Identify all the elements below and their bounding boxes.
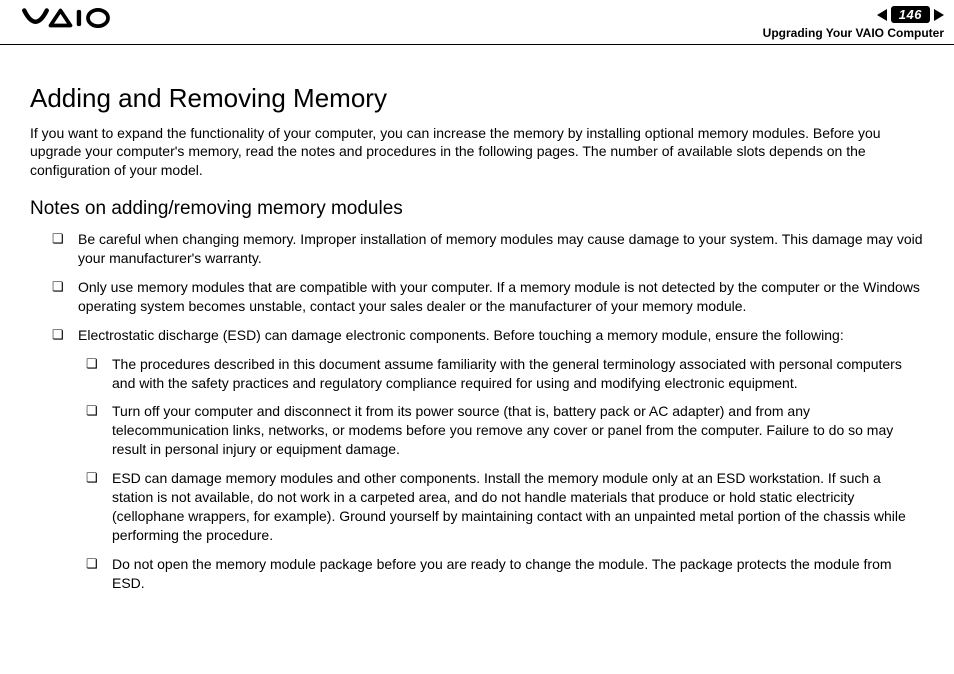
list-item: Do not open the memory module package be… <box>86 555 924 593</box>
list-item: The procedures described in this documen… <box>86 355 924 393</box>
vaio-logo <box>10 6 128 30</box>
vaio-logo-svg <box>18 8 128 28</box>
list-item-text: Electrostatic discharge (ESD) can damage… <box>78 327 844 343</box>
subtitle: Notes on adding/removing memory modules <box>30 198 924 220</box>
intro-paragraph: If you want to expand the functionality … <box>30 124 924 181</box>
list-item: ESD can damage memory modules and other … <box>86 469 924 545</box>
prev-page-arrow-icon[interactable] <box>877 9 887 21</box>
header-right: 146 Upgrading Your VAIO Computer <box>763 6 944 40</box>
page-content: Adding and Removing Memory If you want t… <box>0 45 954 593</box>
sub-notes-list: The procedures described in this documen… <box>78 355 924 593</box>
page-number: 146 <box>891 6 930 23</box>
section-label: Upgrading Your VAIO Computer <box>763 26 944 40</box>
list-item: Only use memory modules that are compati… <box>52 278 924 316</box>
list-item: Be careful when changing memory. Imprope… <box>52 230 924 268</box>
page-badge: 146 <box>877 6 944 23</box>
notes-list: Be careful when changing memory. Imprope… <box>30 230 924 592</box>
next-page-arrow-icon[interactable] <box>934 9 944 21</box>
page-title: Adding and Removing Memory <box>30 83 924 114</box>
page-header: 146 Upgrading Your VAIO Computer <box>0 0 954 45</box>
list-item: Electrostatic discharge (ESD) can damage… <box>52 326 924 593</box>
list-item: Turn off your computer and disconnect it… <box>86 402 924 459</box>
